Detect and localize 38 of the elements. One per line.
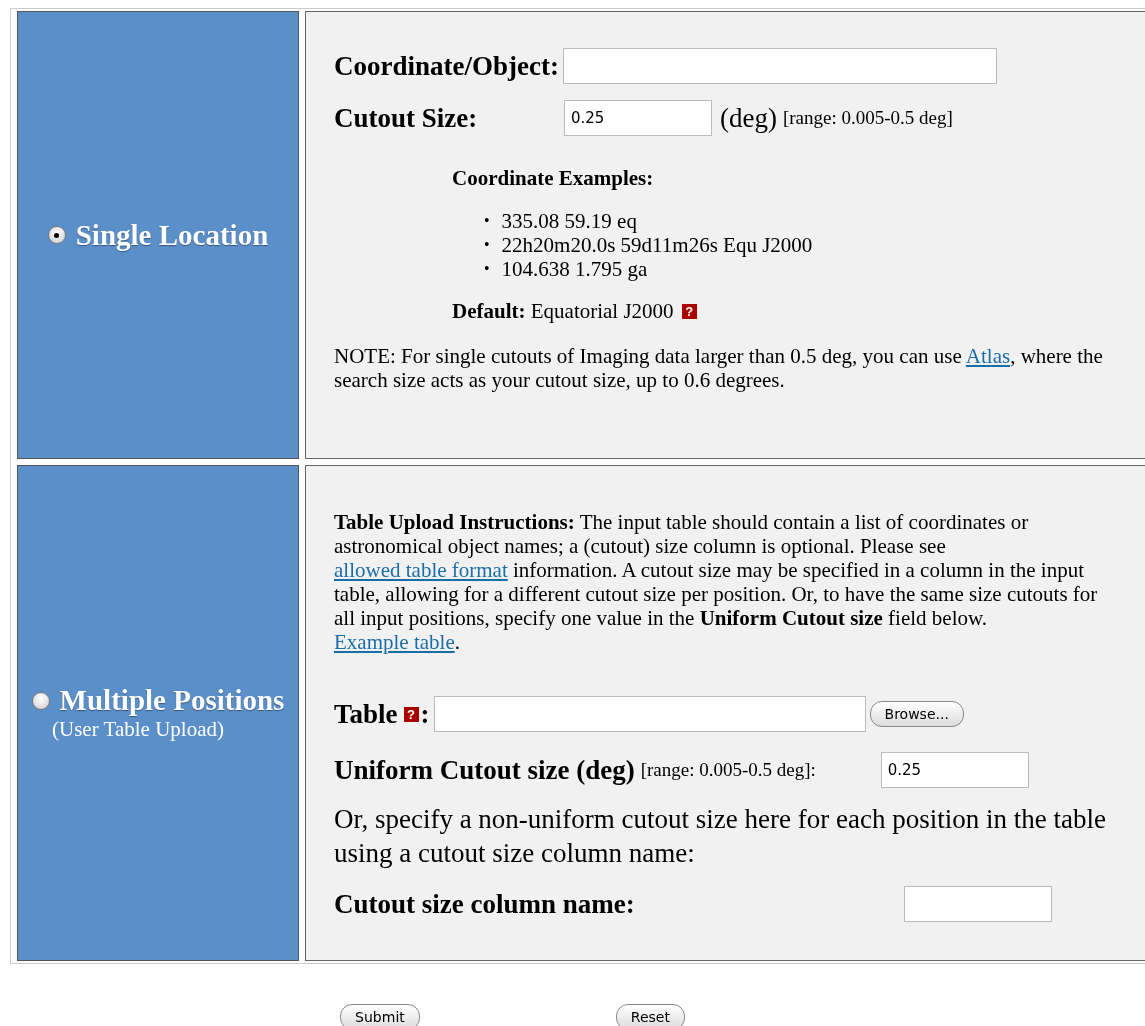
example-item: 22h20m20.0s 59d11m26s Equ J2000 [501, 233, 813, 257]
bullet-mark: • [484, 259, 490, 279]
text-link[interactable]: allowed table format [334, 558, 508, 582]
bullet-mark: • [484, 211, 490, 231]
field-label: Coordinate/Object: [334, 50, 559, 82]
colon-text: : [420, 698, 430, 730]
option-label: Single Location [75, 218, 269, 252]
range-hint: [range: 0.005-0.5 deg] [782, 107, 953, 129]
option-label: Multiple Positions [59, 684, 285, 717]
field-label: Cutout Size: [334, 102, 479, 134]
hint-text: Or, specify a non-uniform cutout size here for each position in the table using a cutout size column name: [334, 803, 1107, 870]
default-text: Default: Equatorial J2000 [452, 299, 674, 324]
field-label: Table [334, 698, 398, 730]
bullet-mark: • [484, 235, 490, 255]
range-hint: [range: 0.005-0.5 deg]: [640, 759, 817, 781]
help-icon[interactable]: ? [681, 304, 697, 319]
reset-button[interactable]: Reset [615, 1004, 685, 1026]
radio-button[interactable] [31, 691, 50, 710]
column-name-field[interactable] [904, 886, 1052, 922]
text-link[interactable]: Example table [334, 630, 455, 654]
field-label: Uniform Cutout size (deg) [334, 754, 635, 786]
coordinate-field[interactable] [562, 48, 997, 84]
unit-label: (deg) [720, 102, 777, 134]
radio-button[interactable] [47, 226, 66, 244]
instructions-text: Table Upload Instructions: The input table should contain a list of coordinates or astronomical object names; a (cutout) size column is optional. Please see allowed table format information. A cutout size may be specified in a column in the input table, allowing for a different cutout size per position. Or, to have the same size cutouts for all input positions, specify one value in the Uniform Cutout size field below. Example table. [334, 510, 1099, 654]
note-text: NOTE: For single cutouts of Imaging data larger than 0.5 deg, you can use Atlas, where the search size acts as your cutout size, up to 0.6 degrees. [334, 344, 1104, 392]
cutout-size-field[interactable]: 0.25 [564, 100, 712, 136]
submit-button[interactable]: Submit [340, 1004, 420, 1026]
example-item: 104.638 1.795 ga [501, 257, 648, 281]
help-icon[interactable]: ? [403, 706, 419, 722]
field-label: Cutout size column name: [334, 888, 636, 920]
example-item: 335.08 59.19 eq [501, 209, 637, 233]
examples-heading: Coordinate Examples: [452, 166, 655, 191]
browse-button[interactable]: Browse... [869, 701, 964, 727]
uniform-size-field[interactable]: 0.25 [880, 752, 1029, 788]
text-link[interactable]: Atlas [965, 344, 1011, 368]
option-sublabel: (User Table Upload) [52, 717, 224, 742]
file-field[interactable] [433, 696, 866, 732]
